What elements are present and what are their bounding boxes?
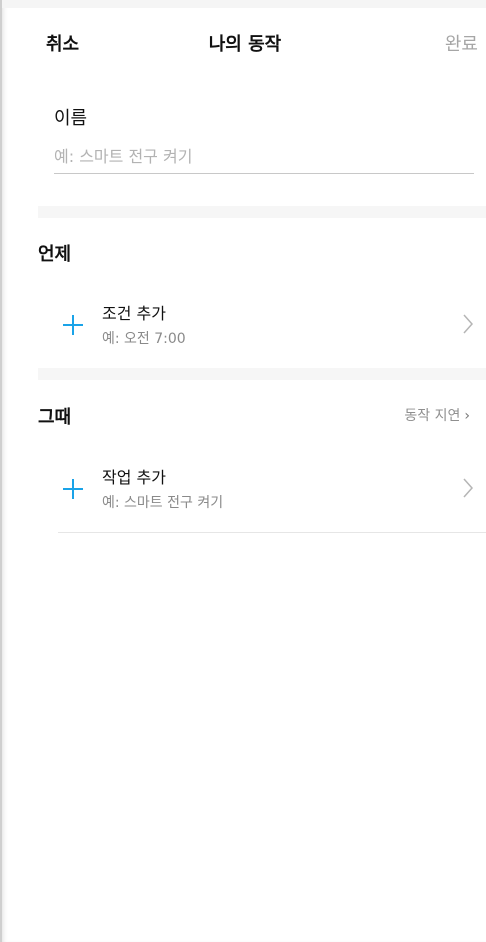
- chevron-right-icon: [463, 314, 474, 334]
- plus-icon: [63, 315, 83, 335]
- screen: 취소 나의 동작 완료 이름 언제 조건 추가 예: 오전 7:00 그때 동작…: [0, 0, 486, 942]
- add-condition-label: 조건 추가: [102, 304, 166, 323]
- name-input[interactable]: [54, 140, 474, 174]
- chevron-right-icon: [463, 478, 474, 498]
- delay-action-label: 동작 지연: [404, 408, 461, 424]
- row-divider: [58, 532, 486, 533]
- add-action-row[interactable]: 작업 추가 예: 스마트 전구 켜기: [58, 456, 486, 526]
- delay-action-link[interactable]: 동작 지연 ›: [404, 405, 470, 425]
- add-action-example: 예: 스마트 전구 켜기: [102, 495, 224, 511]
- add-condition-example: 예: 오전 7:00: [102, 331, 186, 347]
- add-action-label: 작업 추가: [102, 468, 166, 487]
- status-strip: [2, 0, 486, 8]
- when-section-title: 언제: [38, 244, 72, 265]
- cancel-button[interactable]: 취소: [46, 30, 79, 56]
- section-separator: [38, 368, 486, 380]
- done-button[interactable]: 완료: [445, 30, 478, 56]
- section-separator: [38, 206, 486, 218]
- add-condition-row[interactable]: 조건 추가 예: 오전 7:00: [58, 292, 486, 362]
- nav-bar: 취소 나의 동작 완료: [2, 8, 486, 78]
- then-section-title: 그때: [38, 407, 72, 428]
- chevron-right-icon: ›: [464, 408, 470, 424]
- name-label: 이름: [54, 108, 88, 129]
- plus-icon: [63, 479, 83, 499]
